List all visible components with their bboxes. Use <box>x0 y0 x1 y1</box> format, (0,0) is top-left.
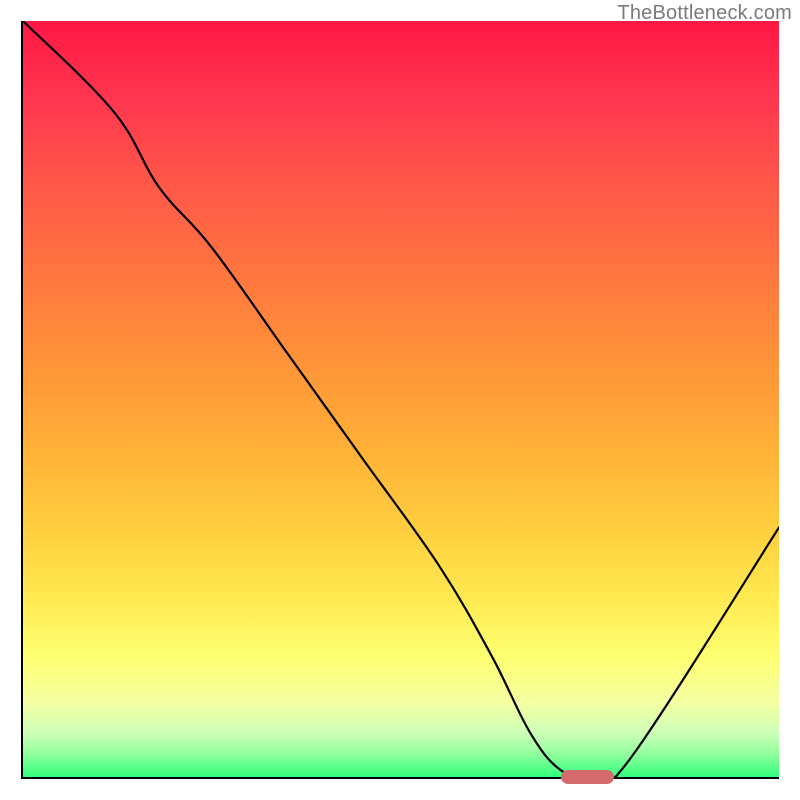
optimal-range-marker <box>561 770 614 784</box>
chart-curve-svg <box>23 21 779 777</box>
chart-curve-path <box>23 21 779 777</box>
chart-plot-area <box>21 21 779 779</box>
